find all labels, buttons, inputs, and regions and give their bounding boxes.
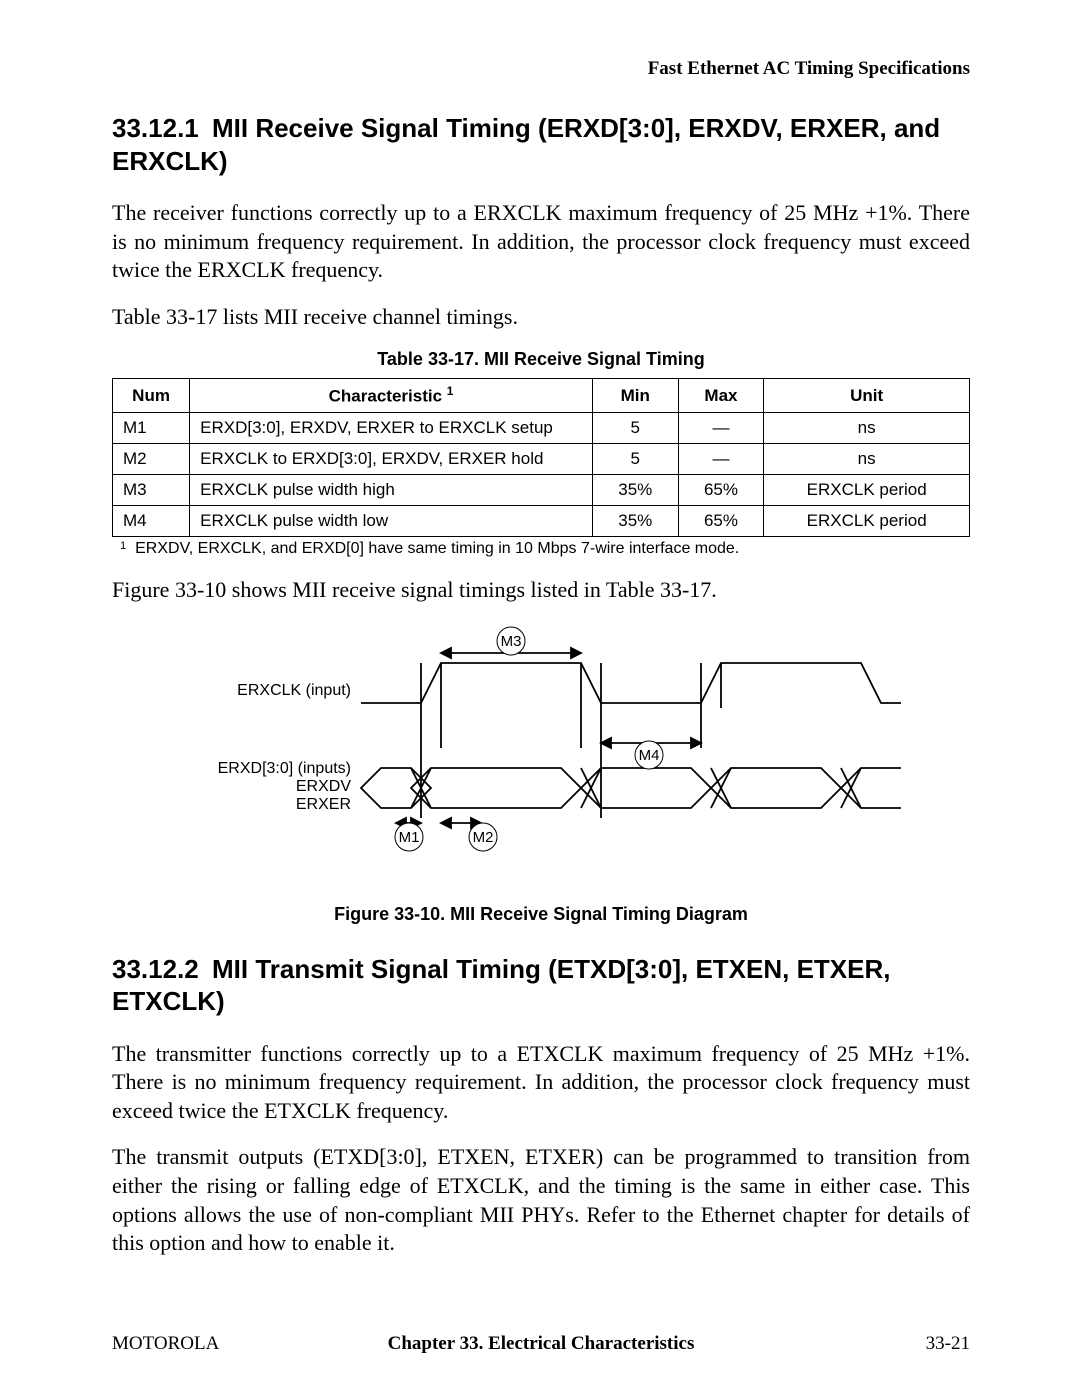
figure-33-10: ERXCLK (input) ERXD[3:0] (inputs) ERXDV … [112, 623, 970, 878]
table-33-17-footnote: 1 ERXDV, ERXCLK, and ERXD[0] have same t… [120, 540, 970, 558]
label-erxclk: ERXCLK (input) [237, 682, 351, 699]
section-text: MII Transmit Signal Timing (ETXD[3:0], E… [112, 954, 891, 1017]
label-erxer: ERXER [296, 796, 351, 813]
table-row: M4 ERXCLK pulse width low 35% 65% ERXCLK… [113, 506, 970, 537]
section-33-12-2-title: 33.12.2 MII Transmit Signal Timing (ETXD… [112, 953, 970, 1018]
table-row: M3 ERXCLK pulse width high 35% 65% ERXCL… [113, 475, 970, 506]
section2-para2: The transmit outputs (ETXD[3:0], ETXEN, … [112, 1143, 970, 1257]
figure-33-10-caption: Figure 33-10. MII Receive Signal Timing … [112, 904, 970, 925]
section-number: 33.12.1 [112, 112, 199, 145]
section-number: 33.12.2 [112, 953, 199, 986]
section1-para1: The receiver functions correctly up to a… [112, 199, 970, 285]
label-erxd: ERXD[3:0] (inputs) [218, 760, 351, 777]
label-m3: M3 [501, 633, 522, 650]
page-footer: MOTOROLA Chapter 33. Electrical Characte… [112, 1333, 970, 1355]
table-33-17-caption: Table 33-17. MII Receive Signal Timing [112, 349, 970, 370]
label-erxdv: ERXDV [296, 778, 351, 795]
footer-center: Chapter 33. Electrical Characteristics [112, 1333, 970, 1355]
label-m1: M1 [399, 829, 420, 846]
label-m2: M2 [473, 829, 494, 846]
running-head: Fast Ethernet AC Timing Specifications [112, 58, 970, 80]
th-char: Characteristic 1 [190, 379, 593, 413]
section2-para1: The transmitter functions correctly up t… [112, 1040, 970, 1126]
timing-diagram-svg: ERXCLK (input) ERXD[3:0] (inputs) ERXDV … [181, 623, 901, 873]
table-row: M1 ERXD[3:0], ERXDV, ERXER to ERXCLK set… [113, 413, 970, 444]
th-min: Min [592, 379, 678, 413]
table-row: M2 ERXCLK to ERXD[3:0], ERXDV, ERXER hol… [113, 444, 970, 475]
section-33-12-1-title: 33.12.1 MII Receive Signal Timing (ERXD[… [112, 112, 970, 177]
th-num: Num [113, 379, 190, 413]
th-unit: Unit [764, 379, 970, 413]
label-m4: M4 [639, 747, 660, 764]
th-max: Max [678, 379, 764, 413]
post-table-para: Figure 33-10 shows MII receive signal ti… [112, 576, 970, 605]
table-33-17: Num Characteristic 1 Min Max Unit M1 ERX… [112, 378, 970, 537]
section1-para2: Table 33-17 lists MII receive channel ti… [112, 303, 970, 332]
section-text: MII Receive Signal Timing (ERXD[3:0], ER… [112, 113, 940, 176]
